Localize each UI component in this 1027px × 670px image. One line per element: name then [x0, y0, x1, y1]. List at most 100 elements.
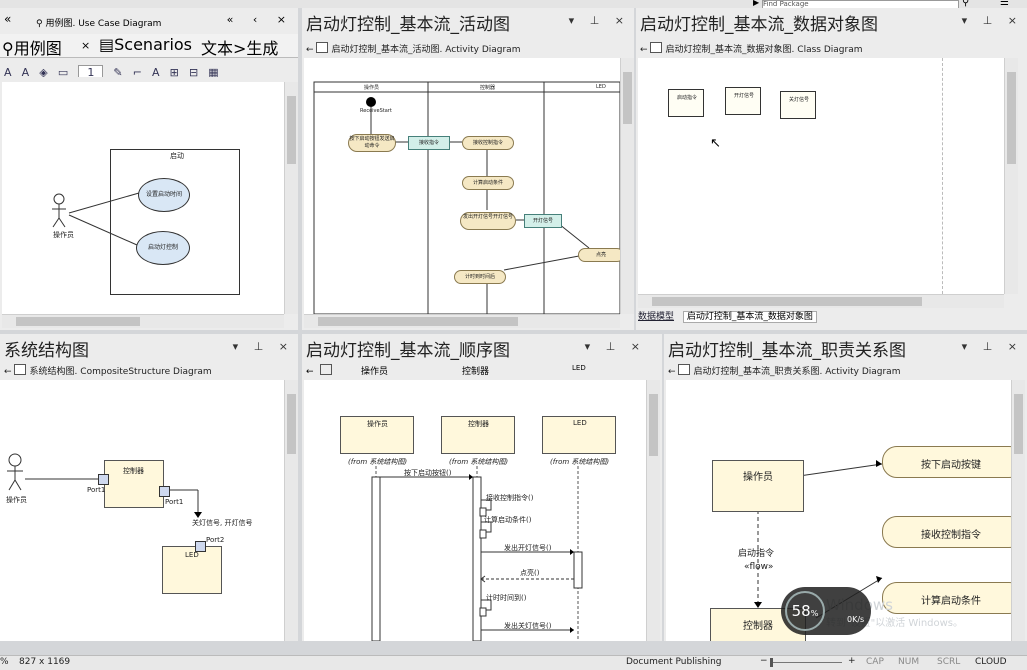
sequence-back-icon[interactable]: ← [306, 367, 314, 377]
activity-node-6[interactable]: 开灯信号 [524, 214, 562, 228]
activity-node-4[interactable]: 计算启动条件 [462, 176, 514, 190]
text-style-icon[interactable]: A [152, 66, 160, 77]
activity-pane-buttons[interactable]: ▾ ⊥ × [569, 14, 630, 27]
activity-back-icon[interactable]: ← [306, 45, 314, 55]
controller-part[interactable]: 控制器 [104, 460, 164, 508]
responsibility-diagram-icon [677, 364, 690, 375]
use-case-vscroll-thumb[interactable] [287, 96, 296, 164]
led-part[interactable]: LED [162, 546, 222, 594]
composite-pane-buttons[interactable]: ▾ ⊥ × [233, 340, 294, 353]
class-vscroll-thumb[interactable] [1007, 72, 1016, 164]
composite-vscroll[interactable] [284, 380, 298, 641]
activity-hscroll[interactable] [304, 314, 620, 328]
search-icon[interactable]: ⚲ [962, 0, 969, 8]
zoom-out-button[interactable]: − [760, 656, 768, 666]
sequence-lines [371, 466, 583, 641]
tab-text-generate[interactable]: 文本>生成 [201, 35, 278, 59]
action-1-label: 按下启动按键 [921, 460, 981, 471]
port2[interactable] [195, 541, 206, 552]
status-doc-publishing[interactable]: Document Publishing [626, 657, 721, 667]
paint-icon[interactable]: ✎ [113, 66, 122, 77]
activity-pane: 启动灯控制_基本流_活动图 ▾ ⊥ × ← 启动灯控制_基本流_活动图. Acti… [302, 8, 634, 330]
action-2-label: 接收控制指令 [921, 530, 981, 541]
activity-hscroll-thumb[interactable] [318, 317, 518, 326]
class-box-1[interactable]: 启动指令 [668, 89, 704, 117]
font-icon[interactable]: A [4, 66, 12, 77]
tab-data-object-diagram[interactable]: 启动灯控制_基本流_数据对象图 [682, 311, 817, 323]
activity-node-2[interactable]: 接收指令 [408, 136, 450, 150]
font-color-icon[interactable]: A̲ [22, 66, 30, 77]
responsibility-operator[interactable]: 操作员 [712, 460, 804, 512]
composite-back-icon[interactable]: ← [4, 367, 12, 377]
sequence-canvas[interactable]: 操作员 控制器 LED (from 系统结构图) (from 系统结构图) (f… [304, 380, 646, 641]
class-pane-buttons[interactable]: ▾ ⊥ × [962, 14, 1023, 27]
action-1[interactable]: 按下启动按键 [882, 446, 1024, 478]
activity-node-5[interactable]: 发出开灯信号开灯信号 [460, 212, 516, 230]
action-2[interactable]: 接收控制指令 [882, 516, 1024, 548]
find-arrow-icon[interactable]: ▶ [753, 0, 759, 7]
diagram-icon: ⚲ [36, 19, 43, 29]
activity-canvas[interactable]: 操作员 控制器 LED ReceiveStart 按下启动按钮发送启动命令 接收… [304, 58, 624, 314]
class-box-3[interactable]: 关灯信号 [780, 91, 816, 119]
activity-vscroll-thumb[interactable] [623, 72, 632, 124]
zoom-slider[interactable] [770, 662, 842, 663]
tab-scenarios[interactable]: ▤Scenarios [99, 35, 192, 54]
status-page-size: 827 x 1169 [19, 657, 71, 667]
activity-vscroll[interactable] [620, 58, 634, 314]
composite-diagram-icon [13, 364, 26, 375]
port1b[interactable] [159, 486, 170, 497]
zoom-slider-thumb[interactable] [770, 658, 773, 667]
composite-vscroll-thumb[interactable] [287, 394, 296, 454]
tab-use-case[interactable]: ⚲用例图 [2, 35, 62, 59]
class-box-2[interactable]: 开灯信号 [725, 87, 761, 115]
activity-node-1[interactable]: 按下启动按钮发送启动命令 [348, 134, 396, 152]
sequence-header-row: ← 操作员 控制器 LED [306, 364, 646, 377]
responsibility-back-icon[interactable]: ← [668, 367, 676, 377]
status-bar: % 827 x 1169 Document Publishing − + CAP… [0, 655, 1027, 670]
composite-pane: 系统结构图 ▾ ⊥ × ← 系统结构图. CompositeStructure D… [0, 334, 298, 641]
responsibility-vscroll-thumb[interactable] [1014, 394, 1023, 454]
distribute-icon[interactable]: ⊟ [189, 66, 198, 77]
class-sub-kind: Class Diagram [797, 45, 863, 55]
speed-widget[interactable]: 58% 0K/s [781, 587, 871, 635]
sequence-vscroll[interactable] [646, 380, 660, 641]
class-back-icon[interactable]: ← [640, 45, 648, 55]
collapse-button[interactable]: « [4, 12, 11, 26]
initial-node-label: ReceiveStart [360, 108, 392, 114]
controller-part-label: 控制器 [123, 467, 144, 475]
activity-node-8[interactable]: 计时到时间后 [454, 270, 506, 284]
responsibility-vscroll[interactable] [1011, 380, 1025, 641]
class-diagram-icon [649, 42, 662, 53]
class-hscroll-thumb[interactable] [652, 297, 922, 306]
port1b-label: Port1 [165, 498, 184, 506]
class-pane: 启动灯控制_基本流_数据对象图 ▾ ⊥ × ← 启动灯控制_基本流_数据对象图. … [636, 8, 1027, 330]
use-case-vscroll[interactable] [284, 82, 298, 314]
grid-icon[interactable]: ▦ [208, 66, 218, 77]
activity-node-3[interactable]: 接收控制指令 [462, 136, 514, 150]
use-case-canvas[interactable]: 启动 设置启动时间 启动灯控制 操作员 [2, 82, 284, 314]
align-icon[interactable]: ⊞ [170, 66, 179, 77]
line-width-select[interactable]: 1 [78, 65, 104, 77]
use-case-hscroll[interactable] [2, 314, 284, 328]
class-hscroll[interactable] [638, 294, 1004, 308]
class-vscroll[interactable] [1004, 58, 1018, 294]
tab-data-model[interactable]: 数据模型 [638, 312, 674, 322]
use-case-hscroll-thumb[interactable] [16, 317, 140, 326]
responsibility-pane-title: 启动灯控制_基本流_职责关系图 [668, 341, 906, 361]
port1a[interactable] [98, 474, 109, 485]
fill-color-icon[interactable]: ◈ [39, 66, 47, 77]
menu-icon[interactable]: ☰ [1000, 0, 1009, 8]
tab-close-button[interactable]: × [81, 39, 90, 52]
status-scrl: SCRL [937, 657, 961, 667]
responsibility-pane-buttons[interactable]: ▾ ⊥ × [962, 340, 1023, 353]
composite-canvas[interactable]: 操作员 控制器 Port1 Port1 关灯信号, 开灯信号 LED Port2 [0, 380, 284, 641]
pane-buttons[interactable]: « ‹ × [227, 13, 294, 26]
zoom-in-button[interactable]: + [848, 656, 856, 666]
line-color-icon[interactable]: ▭ [58, 66, 68, 77]
class-canvas[interactable]: 启动指令 开灯信号 关灯信号 ↖ [638, 58, 1004, 294]
activity-node-7[interactable]: 点亮 [578, 248, 624, 262]
format-painter-icon[interactable]: ⌐ [133, 66, 142, 77]
class-box-1-label: 启动指令 [677, 95, 698, 101]
sequence-vscroll-thumb[interactable] [649, 394, 658, 456]
sequence-pane-buttons[interactable]: ▾ ⊥ × [585, 340, 646, 353]
